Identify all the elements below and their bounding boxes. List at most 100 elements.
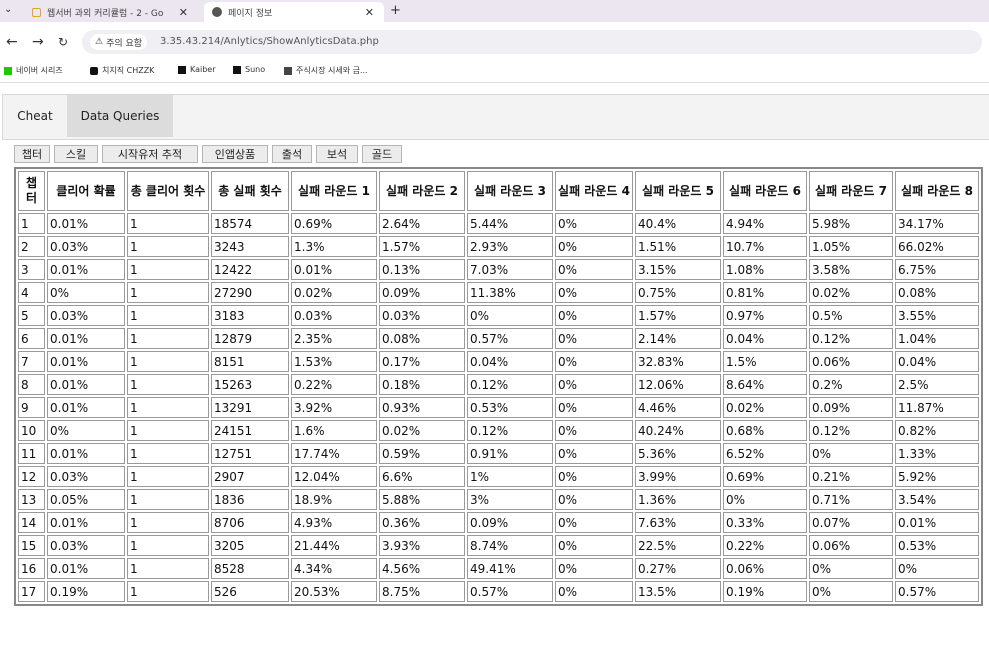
table-cell: 18.9% [291,489,377,510]
browser-tab-2[interactable]: 페이지 정보 ✕ [204,2,384,22]
security-indicator[interactable]: ⚠ 주의 요함 [90,34,148,50]
table-cell: 2.64% [379,213,465,234]
table-cell: 0% [555,397,633,418]
column-header: 챕터 [18,171,45,211]
close-icon[interactable]: ✕ [365,6,374,19]
table-cell: 3.15% [635,259,721,280]
table-cell: 0.91% [467,443,553,464]
table-cell: 0.01% [895,512,979,533]
table-cell: 0% [895,558,979,579]
table-cell: 5.92% [895,466,979,487]
tab-data-queries[interactable]: Data Queries [67,95,173,137]
table-cell: 1 [127,236,209,257]
back-icon[interactable]: ← [6,34,18,50]
table-cell: 5 [18,305,45,326]
table-cell: 0.02% [379,420,465,441]
table-cell: 20.53% [291,581,377,602]
table-cell: 0.09% [809,397,893,418]
table-cell: 13 [18,489,45,510]
bookmark-item[interactable]: 치지직 CHZZK [90,65,154,76]
bookmark-item[interactable]: 네이버 시리즈 [4,65,63,76]
table-cell: 4.46% [635,397,721,418]
table-cell: 11.87% [895,397,979,418]
table-cell: 0.09% [467,512,553,533]
table-cell: 66.02% [895,236,979,257]
table-cell: 3.92% [291,397,377,418]
start-user-tracking-button[interactable]: 시작유저 추적 [102,145,198,163]
table-cell: 0% [47,420,125,441]
table-cell: 4.56% [379,558,465,579]
forward-icon[interactable]: → [32,34,44,50]
table-cell: 0% [555,535,633,556]
table-row: 15 0.03% 1 3205 21.44% 3.93% 8.74% 0% 22.5% 0.22%… [18,535,979,556]
url-box[interactable]: ⚠ 주의 요함 3.35.43.214/Anlytics/ShowAnlytic… [82,30,982,54]
table-cell: 0.69% [723,466,807,487]
table-cell: 8706 [211,512,289,533]
table-cell: 7.63% [635,512,721,533]
table-cell: 6 [18,328,45,349]
table-cell: 17.74% [291,443,377,464]
bookmark-label: 네이버 시리즈 [16,66,63,75]
bookmark-item[interactable]: Suno [233,65,265,74]
gold-button[interactable]: 골드 [362,145,402,163]
table-cell: 10.7% [723,236,807,257]
reload-icon[interactable]: ↻ [58,35,68,49]
table-cell: 0% [809,558,893,579]
attendance-button[interactable]: 출석 [272,145,312,163]
skill-button[interactable]: 스킬 [54,145,98,163]
table-cell: 40.4% [635,213,721,234]
table-cell: 0.18% [379,374,465,395]
bookmark-item[interactable]: 주식시장 시세와 금... [284,65,368,76]
table-cell: 0% [555,466,633,487]
table-cell: 0% [555,259,633,280]
table-cell: 0.22% [723,535,807,556]
tab-search-icon[interactable]: ⌄ [4,4,12,15]
tab-cheat[interactable]: Cheat [3,95,67,137]
table-cell: 0% [555,581,633,602]
table-cell: 12.06% [635,374,721,395]
table-cell: 2907 [211,466,289,487]
table-cell: 12751 [211,443,289,464]
table-cell: 3243 [211,236,289,257]
chapter-button[interactable]: 챕터 [14,145,50,163]
gem-button[interactable]: 보석 [316,145,358,163]
column-header: 실패 라운드 1 [291,171,377,211]
table-cell: 0.75% [635,282,721,303]
table-cell: 0.12% [467,374,553,395]
new-tab-icon[interactable]: + [390,3,401,18]
column-header: 실패 라운드 3 [467,171,553,211]
table-cell: 27290 [211,282,289,303]
table-row: 3 0.01% 1 12422 0.01% 0.13% 7.03% 0% 3.15% 1.08% 3… [18,259,979,280]
table-cell: 1 [127,558,209,579]
table-cell: 4.93% [291,512,377,533]
table-cell: 0.07% [809,512,893,533]
table-cell: 1 [127,259,209,280]
stock-icon [284,66,292,75]
table-cell: 0% [555,282,633,303]
table-row: 12 0.03% 1 2907 12.04% 6.6% 1% 0% 3.99% 0.69% 0.21… [18,466,979,487]
table-cell: 1.57% [635,305,721,326]
table-cell: 2.5% [895,374,979,395]
table-cell: 0.03% [47,535,125,556]
table-cell: 0.81% [723,282,807,303]
url-text[interactable]: 3.35.43.214/Anlytics/ShowAnlyticsData.ph… [160,36,379,47]
table-cell: 12879 [211,328,289,349]
in-app-product-button[interactable]: 인앱상품 [202,145,268,163]
table-cell: 0.68% [723,420,807,441]
table-cell: 32.83% [635,351,721,372]
table-cell: 1 [127,581,209,602]
table-cell: 1.57% [379,236,465,257]
table-cell: 0.01% [47,351,125,372]
table-cell: 5.36% [635,443,721,464]
table-cell: 0.19% [723,581,807,602]
table-cell: 8.64% [723,374,807,395]
table-cell: 0.03% [47,466,125,487]
table-cell: 0% [723,489,807,510]
table-cell: 21.44% [291,535,377,556]
close-icon[interactable]: ✕ [179,6,188,19]
bookmark-item[interactable]: Kaiber [178,65,216,74]
table-cell: 0.06% [809,535,893,556]
table-cell: 0.13% [379,259,465,280]
browser-tab-1[interactable]: 웹서버 과외 커리큘럼 - 2 - Go ✕ [26,2,198,22]
table-cell: 0.09% [379,282,465,303]
